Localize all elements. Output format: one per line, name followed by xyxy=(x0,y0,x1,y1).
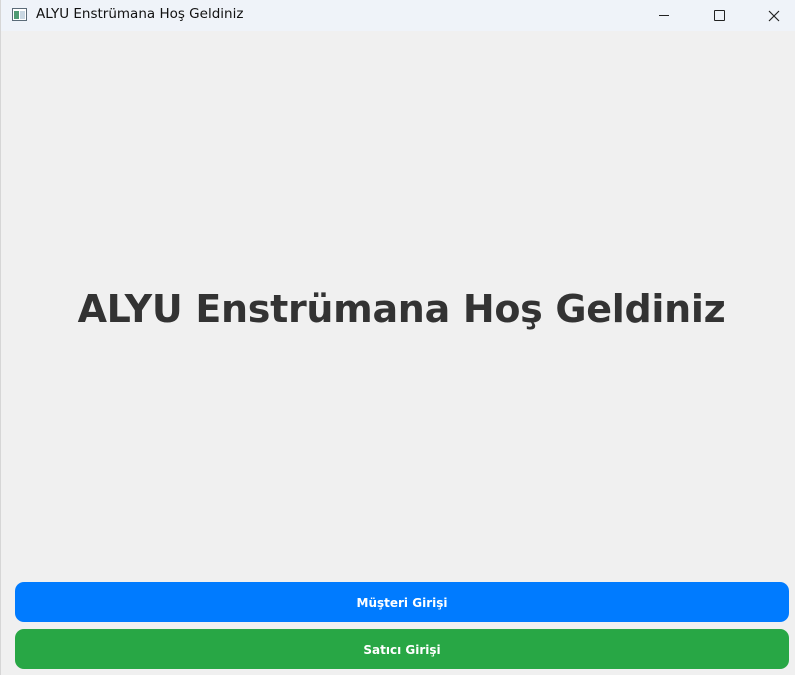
app-window: ALYU Enstrümana Hoş Geldiniz ALYU Enstrü… xyxy=(0,0,795,675)
seller-login-button[interactable]: Satıcı Girişi xyxy=(15,629,789,669)
welcome-heading: ALYU Enstrümana Hoş Geldiniz xyxy=(77,287,726,331)
customer-login-button[interactable]: Müşteri Girişi xyxy=(15,582,789,622)
main-content: ALYU Enstrümana Hoş Geldiniz Müşteri Gir… xyxy=(1,31,795,675)
app-window-icon xyxy=(12,8,27,21)
app-icon-pane-left xyxy=(14,11,19,19)
title-bar[interactable]: ALYU Enstrümana Hoş Geldiniz xyxy=(1,0,795,31)
maximize-button[interactable] xyxy=(696,0,742,31)
minimize-icon xyxy=(659,15,669,16)
app-icon-pane-right xyxy=(20,11,25,19)
maximize-icon xyxy=(713,10,725,21)
close-icon xyxy=(768,10,780,21)
window-title: ALYU Enstrümana Hoş Geldiniz xyxy=(36,6,244,22)
close-button[interactable] xyxy=(751,0,795,31)
minimize-button[interactable] xyxy=(641,0,687,31)
